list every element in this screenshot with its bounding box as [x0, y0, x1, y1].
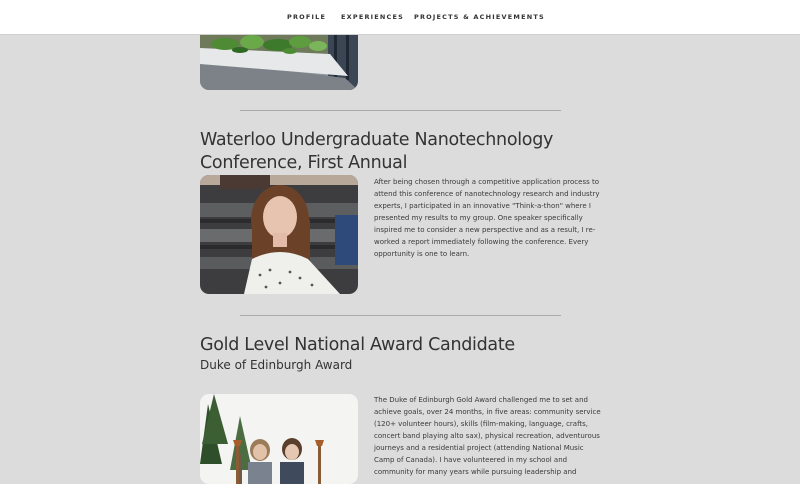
conference-attendee-image — [200, 175, 358, 294]
entry-title-duke-of-edinburgh: Gold Level National Award Candidate — [200, 335, 515, 355]
entry-body-duke-of-edinburgh: The Duke of Edinburgh Gold Award challen… — [374, 396, 601, 476]
nav-link-projects-achievements[interactable]: PROJECTS & ACHIEVEMENTS — [414, 13, 545, 21]
section-divider — [240, 315, 561, 316]
section-divider — [240, 110, 561, 111]
entry-body-nanotechnology-conference: After being chosen through a competitive… — [374, 178, 600, 258]
top-navbar: PROFILE EXPERIENCES PROJECTS & ACHIEVEME… — [0, 0, 800, 35]
hikers-outdoor-image — [200, 394, 358, 484]
entry-subtitle-duke-of-edinburgh: Duke of Edinburgh Award — [200, 358, 353, 372]
entry-title-line-1: Waterloo Undergraduate Nanotechnology — [200, 130, 554, 150]
entry-title-line-2: Conference, First Annual — [200, 153, 408, 173]
nav-link-experiences[interactable]: EXPERIENCES — [341, 13, 404, 21]
nav-link-profile[interactable]: PROFILE — [287, 13, 326, 21]
entry-title-nanotechnology-conference: Waterloo Undergraduate Nanotechnology Co… — [200, 129, 553, 175]
conference-photo — [200, 175, 358, 294]
duke-of-edinburgh-photo — [200, 394, 358, 484]
